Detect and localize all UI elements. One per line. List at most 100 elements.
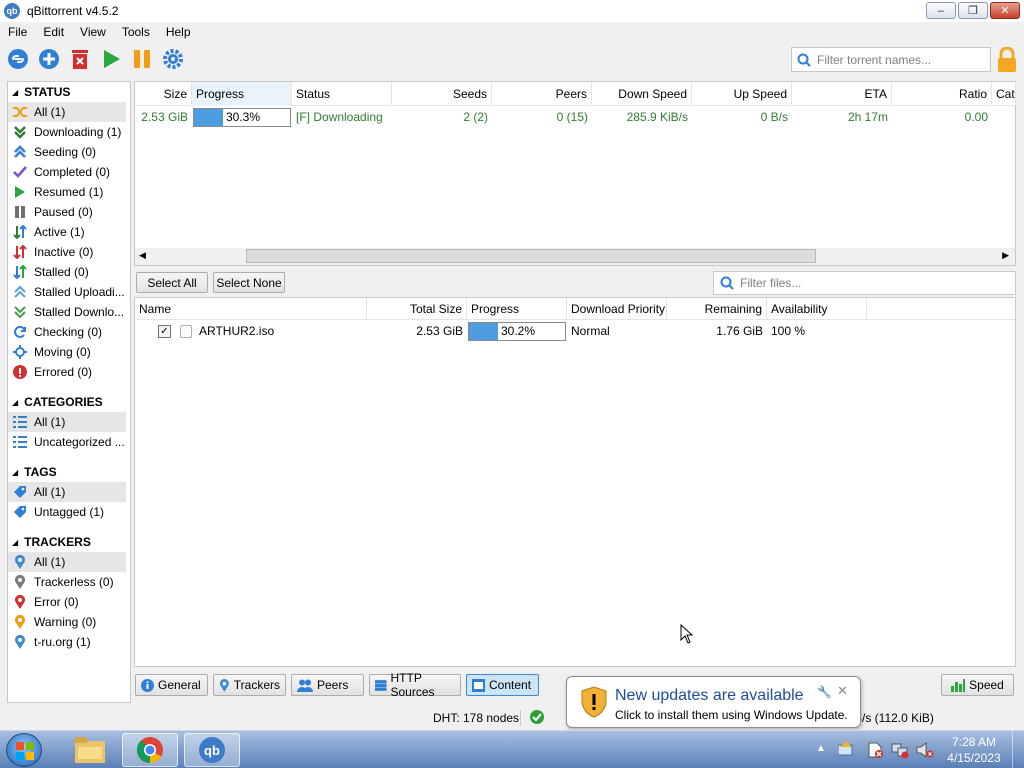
tab-label: General	[158, 678, 201, 692]
scroll-right-icon[interactable]: ▶	[1002, 250, 1009, 261]
close-button[interactable]: ✕	[990, 2, 1020, 19]
windows-update-notification[interactable]: New updates are available Click to insta…	[566, 676, 861, 728]
tab-label: Peers	[317, 678, 349, 692]
status-seeding[interactable]: Seeding (0)	[8, 142, 130, 162]
tab-trackers[interactable]: Trackers	[213, 674, 286, 696]
file-checkbox[interactable]: ✓	[158, 325, 171, 338]
select-all-button[interactable]: Select All	[136, 272, 208, 293]
status-downloading[interactable]: Downloading (1)	[8, 122, 130, 142]
folder-icon	[75, 737, 105, 763]
tag-untagged[interactable]: Untagged (1)	[8, 502, 130, 522]
status-checking[interactable]: Checking (0)	[8, 322, 130, 342]
file-total-size: 2.53 GiB	[416, 324, 463, 338]
search-icon	[720, 276, 734, 290]
column-file-progress[interactable]: Progress	[467, 298, 567, 320]
torrent-filter-input[interactable]: Filter torrent names...	[791, 47, 991, 72]
column-progress[interactable]: Progress	[192, 82, 292, 106]
file-progress-bar: 30.2%	[468, 322, 566, 341]
tab-http-sources[interactable]: HTTP Sources	[369, 671, 461, 699]
column-peers[interactable]: Peers	[492, 82, 592, 106]
scroll-left-icon[interactable]: ◀	[139, 250, 146, 261]
tracker-warning[interactable]: Warning (0)	[8, 612, 130, 632]
tab-general[interactable]: General	[135, 674, 208, 696]
column-down-speed[interactable]: Down Speed	[592, 82, 692, 106]
menu-tools[interactable]: Tools	[114, 25, 158, 39]
action-center-icon[interactable]	[866, 741, 884, 759]
status-label: Errored (0)	[34, 365, 93, 379]
minimize-button[interactable]: –	[926, 2, 956, 19]
tag-all[interactable]: All (1)	[8, 482, 126, 502]
tracker-trackerless[interactable]: Trackerless (0)	[8, 572, 130, 592]
chrome-taskbar-button[interactable]	[122, 733, 178, 767]
paused-icon	[12, 204, 28, 220]
column-ratio[interactable]: Ratio	[892, 82, 992, 106]
column-category[interactable]: Cat	[992, 82, 1016, 106]
pause-icon[interactable]	[131, 48, 153, 70]
tab-peers[interactable]: Peers	[291, 674, 364, 696]
category-uncategorized[interactable]: Uncategorized ...	[8, 432, 130, 452]
restore-button[interactable]: ❐	[958, 2, 988, 19]
menu-help[interactable]: Help	[158, 25, 199, 39]
pin-icon	[12, 634, 28, 650]
column-seeds[interactable]: Seeds	[392, 82, 492, 106]
menu-edit[interactable]: Edit	[35, 25, 72, 39]
status-section-header[interactable]: ◢ STATUS	[8, 82, 130, 102]
horizontal-scrollbar[interactable]: ◀ ▶	[135, 248, 1015, 265]
status-paused[interactable]: Paused (0)	[8, 202, 130, 222]
column-status[interactable]: Status	[292, 82, 392, 106]
tracker-label: Warning (0)	[34, 615, 97, 629]
status-stalled[interactable]: Stalled (0)	[8, 262, 130, 282]
torrent-size: 2.53 GiB	[141, 110, 188, 124]
windows-update-tray-icon[interactable]	[838, 741, 854, 757]
add-torrent-icon[interactable]	[38, 48, 60, 70]
column-up-speed[interactable]: Up Speed	[692, 82, 792, 106]
menu-file[interactable]: File	[0, 25, 35, 39]
file-priority[interactable]: Normal	[567, 321, 667, 342]
options-icon[interactable]	[162, 48, 184, 70]
explorer-taskbar-button[interactable]	[62, 733, 118, 767]
column-availability[interactable]: Availability	[767, 298, 867, 320]
speed-button[interactable]: Speed	[941, 674, 1014, 696]
tracker-t-ru-org[interactable]: t-ru.org (1)	[8, 632, 130, 652]
status-moving[interactable]: Moving (0)	[8, 342, 130, 362]
wrench-icon[interactable]: 🔧	[817, 685, 832, 699]
add-link-icon[interactable]	[7, 48, 29, 70]
show-hidden-icons-button[interactable]: ▲	[816, 743, 826, 754]
trackers-section-header[interactable]: ◢ TRACKERS	[8, 532, 130, 552]
status-all[interactable]: All (1)	[8, 102, 126, 122]
connection-status-icon[interactable]	[530, 710, 544, 724]
network-icon[interactable]	[891, 741, 909, 759]
start-button[interactable]	[6, 733, 42, 767]
tags-section-header[interactable]: ◢ TAGS	[8, 462, 130, 482]
tracker-error[interactable]: Error (0)	[8, 592, 130, 612]
delete-icon[interactable]	[69, 48, 91, 70]
column-eta[interactable]: ETA	[792, 82, 892, 106]
menu-view[interactable]: View	[72, 25, 114, 39]
taskbar-clock[interactable]: 7:28 AM 4/15/2023	[944, 734, 1004, 766]
column-name[interactable]: Name	[135, 298, 367, 320]
scrollbar-thumb[interactable]	[246, 249, 816, 263]
show-desktop-button[interactable]	[1012, 731, 1024, 768]
notification-close-icon[interactable]: ✕	[837, 683, 848, 699]
categories-section-header[interactable]: ◢ CATEGORIES	[8, 392, 130, 412]
file-filter-input[interactable]: Filter files...	[713, 271, 1016, 295]
tab-content[interactable]: Content	[466, 674, 539, 696]
column-remaining[interactable]: Remaining	[667, 298, 767, 320]
resume-icon[interactable]	[100, 48, 122, 70]
select-none-button[interactable]: Select None	[213, 272, 285, 293]
column-total-size[interactable]: Total Size	[367, 298, 467, 320]
volume-icon[interactable]	[916, 741, 934, 759]
status-inactive[interactable]: Inactive (0)	[8, 242, 130, 262]
status-completed[interactable]: Completed (0)	[8, 162, 130, 182]
status-stalled-uploading[interactable]: Stalled Uploadi...	[8, 282, 130, 302]
status-stalled-downloading[interactable]: Stalled Downlo...	[8, 302, 130, 322]
column-download-priority[interactable]: Download Priority	[567, 298, 667, 320]
lock-icon[interactable]	[995, 46, 1019, 73]
status-errored[interactable]: Errored (0)	[8, 362, 130, 382]
category-all[interactable]: All (1)	[8, 412, 126, 432]
tracker-all[interactable]: All (1)	[8, 552, 126, 572]
status-active[interactable]: Active (1)	[8, 222, 130, 242]
column-size[interactable]: Size	[135, 82, 192, 106]
qbittorrent-taskbar-button[interactable]: qb	[184, 733, 240, 767]
status-resumed[interactable]: Resumed (1)	[8, 182, 130, 202]
